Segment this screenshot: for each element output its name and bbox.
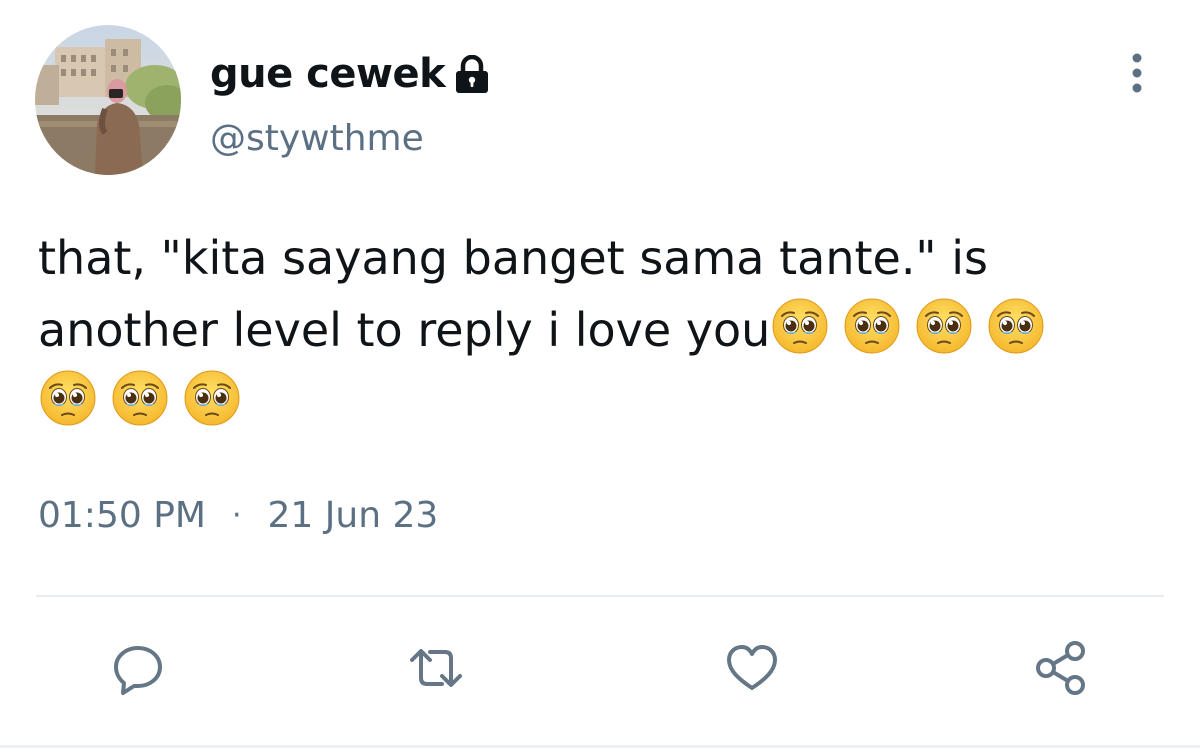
display-name[interactable]: gue cewek	[210, 51, 446, 97]
tweet-text-line-2-text: another level to reply i love you	[38, 303, 771, 357]
pleading-face-emoji	[914, 296, 974, 356]
more-options-button[interactable]	[1120, 48, 1154, 98]
reply-button[interactable]	[110, 640, 166, 696]
retweet-icon	[410, 649, 462, 687]
pleading-face-emoji	[182, 368, 242, 428]
divider	[36, 595, 1164, 597]
pleading-face-emoji	[770, 296, 830, 356]
retweet-button[interactable]	[408, 640, 464, 696]
more-vertical-icon	[1132, 53, 1142, 93]
tweet-text-line-1: that, "kita sayang banget sama tante." i…	[38, 231, 988, 285]
emoji-row-2	[38, 366, 1168, 438]
tweet-text: that, "kita sayang banget sama tante." i…	[38, 222, 1168, 438]
tweet-date: 21 Jun 23	[267, 495, 439, 536]
like-button[interactable]	[724, 640, 780, 696]
emoji-row-1	[770, 298, 1058, 357]
pleading-face-emoji	[842, 296, 902, 356]
tweet-time: 01:50 PM	[38, 495, 206, 536]
bottom-divider	[0, 745, 1200, 748]
tweet-timestamp[interactable]: 01:50 PM · 21 Jun 23	[38, 495, 438, 536]
share-button[interactable]	[1032, 640, 1088, 696]
avatar[interactable]	[35, 25, 181, 175]
pleading-face-emoji	[986, 296, 1046, 356]
heart-icon	[727, 645, 777, 690]
share-icon	[1036, 641, 1085, 695]
pleading-face-emoji	[38, 368, 98, 428]
pleading-face-emoji	[110, 368, 170, 428]
reply-icon	[114, 646, 162, 695]
lock-icon	[453, 54, 491, 95]
display-name-row[interactable]: gue cewek	[210, 46, 491, 102]
timestamp-separator: ·	[231, 498, 242, 533]
tweet-text-line-2: another level to reply i love you	[38, 294, 1168, 366]
user-handle[interactable]: @stywthme	[210, 118, 424, 159]
